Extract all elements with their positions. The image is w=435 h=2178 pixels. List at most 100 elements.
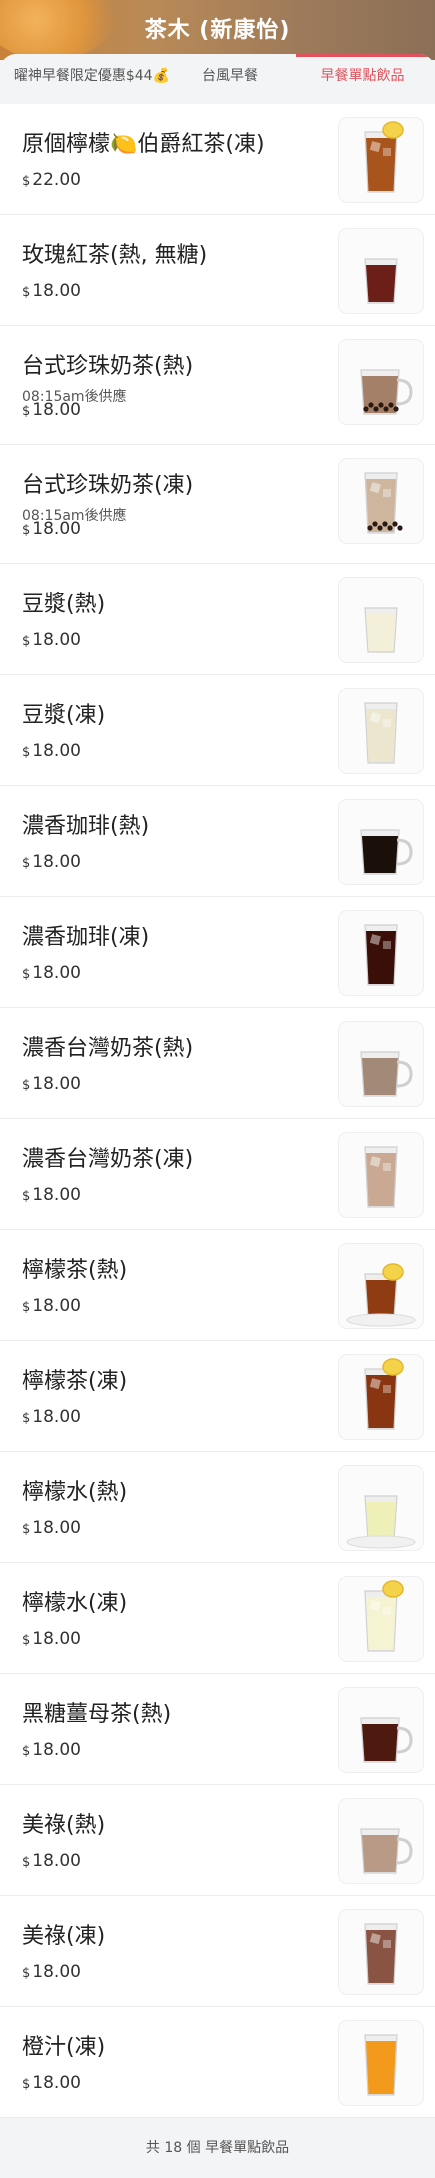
currency-symbol: $	[22, 1078, 31, 1093]
price-value: 18.00	[32, 1518, 81, 1538]
menu-item-name: 美祿(熱)	[22, 1813, 106, 1838]
menu-item-name: 濃香珈琲(凍)	[22, 925, 150, 950]
price-value: 18.00	[32, 1629, 81, 1649]
menu-item-photo[interactable]	[339, 578, 423, 662]
menu-item-name: 檸檬水(凍)	[22, 1591, 128, 1616]
menu-item[interactable]: 濃香珈琲(熱) $18.00	[0, 786, 435, 897]
menu-item-price: $18.00	[22, 1518, 81, 1538]
menu-item-name: 濃香台灣奶茶(凍)	[22, 1147, 194, 1172]
menu-item[interactable]: 玫瑰紅茶(熱, 無糖) $18.00	[0, 215, 435, 326]
menu-item-price: $18.00	[22, 963, 81, 983]
menu-item-photo[interactable]	[339, 1022, 423, 1106]
menu-item-price: $18.00	[22, 1740, 81, 1760]
menu-item-price: $18.00	[22, 630, 81, 650]
list-footer: 共 18 個 早餐單點飲品	[0, 2118, 435, 2178]
price-value: 18.00	[32, 519, 81, 539]
menu-item-price: $18.00	[22, 1074, 81, 1094]
price-value: 18.00	[32, 630, 81, 650]
menu-item[interactable]: 台式珍珠奶茶(凍) 08:15am後供應 $18.00	[0, 445, 435, 564]
price-value: 18.00	[32, 852, 81, 872]
price-value: 22.00	[32, 170, 81, 190]
menu-item-name: 濃香珈琲(熱)	[22, 814, 150, 839]
currency-symbol: $	[22, 1744, 31, 1759]
price-value: 18.00	[32, 400, 81, 420]
currency-symbol: $	[22, 1189, 31, 1204]
menu-item[interactable]: 檸檬茶(凍) $18.00	[0, 1341, 435, 1452]
currency-symbol: $	[22, 523, 31, 538]
menu-item[interactable]: 台式珍珠奶茶(熱) 08:15am後供應 $18.00	[0, 326, 435, 445]
menu-item-photo[interactable]	[339, 1577, 423, 1661]
menu-item-photo[interactable]	[339, 340, 423, 424]
tab-breakfast-drinks[interactable]: 早餐單點飲品	[290, 54, 435, 98]
menu-item[interactable]: 美祿(熱) $18.00	[0, 1785, 435, 1896]
currency-symbol: $	[22, 1966, 31, 1981]
menu-item-photo[interactable]	[339, 1466, 423, 1550]
menu-item-photo[interactable]	[339, 1799, 423, 1883]
menu-item-name: 黑糖薑母茶(熱)	[22, 1702, 172, 1727]
price-value: 18.00	[32, 963, 81, 983]
menu-item-name: 台式珍珠奶茶(熱)	[22, 354, 194, 379]
menu-item[interactable]: 原個檸檬🍋伯爵紅茶(凍) $22.00	[0, 104, 435, 215]
menu-item-price: $18.00	[22, 741, 81, 761]
price-value: 18.00	[32, 2073, 81, 2093]
menu-item[interactable]: 橙汁(凍) $18.00	[0, 2007, 435, 2118]
currency-symbol: $	[22, 856, 31, 871]
menu-item[interactable]: 檸檬水(熱) $18.00	[0, 1452, 435, 1563]
category-tabs: 曜神早餐限定優惠$44💰 台風早餐 早餐單點飲品	[0, 54, 435, 98]
menu-item-price: $18.00	[22, 1407, 81, 1427]
price-value: 18.00	[32, 1851, 81, 1871]
menu-item-name: 原個檸檬🍋伯爵紅茶(凍)	[22, 132, 265, 157]
menu-item[interactable]: 濃香台灣奶茶(熱) $18.00	[0, 1008, 435, 1119]
tab-taiwan-breakfast[interactable]: 台風早餐	[170, 54, 290, 98]
menu-item[interactable]: 檸檬茶(熱) $18.00	[0, 1230, 435, 1341]
price-value: 18.00	[32, 1185, 81, 1205]
menu-item-photo[interactable]	[339, 1244, 423, 1328]
menu-item-photo[interactable]	[339, 459, 423, 543]
currency-symbol: $	[22, 745, 31, 760]
menu-item-photo[interactable]	[339, 1688, 423, 1772]
currency-symbol: $	[22, 404, 31, 419]
currency-symbol: $	[22, 285, 31, 300]
menu-item-photo[interactable]	[339, 1355, 423, 1439]
menu-item[interactable]: 檸檬水(凍) $18.00	[0, 1563, 435, 1674]
menu-item-price: $18.00	[22, 1296, 81, 1316]
price-value: 18.00	[32, 1296, 81, 1316]
menu-item-photo[interactable]	[339, 1910, 423, 1994]
menu-item-price: $18.00	[22, 1185, 81, 1205]
menu-item-name: 檸檬茶(熱)	[22, 1258, 128, 1283]
menu-item-photo[interactable]	[339, 229, 423, 313]
menu-item-photo[interactable]	[339, 1133, 423, 1217]
menu-item-price: $18.00	[22, 519, 81, 539]
menu-item-name: 玫瑰紅茶(熱, 無糖)	[22, 243, 208, 268]
menu-item[interactable]: 濃香珈琲(凍) $18.00	[0, 897, 435, 1008]
price-value: 18.00	[32, 1407, 81, 1427]
menu-item-price: $18.00	[22, 2073, 81, 2093]
menu-item[interactable]: 豆漿(熱) $18.00	[0, 564, 435, 675]
menu-item-photo[interactable]	[339, 689, 423, 773]
price-value: 18.00	[32, 281, 81, 301]
menu-item-photo[interactable]	[339, 118, 423, 202]
menu-item-price: $18.00	[22, 400, 81, 420]
menu-item[interactable]: 豆漿(凍) $18.00	[0, 675, 435, 786]
menu-item-name: 豆漿(熱)	[22, 592, 106, 617]
menu-item-name: 檸檬水(熱)	[22, 1480, 128, 1505]
menu-item-price: $18.00	[22, 1851, 81, 1871]
currency-symbol: $	[22, 634, 31, 649]
tab-breakfast-deal[interactable]: 曜神早餐限定優惠$44💰	[0, 54, 170, 98]
menu-item-price: $18.00	[22, 1629, 81, 1649]
menu-item-photo[interactable]	[339, 2021, 423, 2105]
menu-item[interactable]: 黑糖薑母茶(熱) $18.00	[0, 1674, 435, 1785]
menu-item[interactable]: 濃香台灣奶茶(凍) $18.00	[0, 1119, 435, 1230]
menu-item-price: $18.00	[22, 852, 81, 872]
currency-symbol: $	[22, 967, 31, 982]
menu-item[interactable]: 美祿(凍) $18.00	[0, 1896, 435, 2007]
menu-list: 原個檸檬🍋伯爵紅茶(凍) $22.00 玫瑰紅茶(熱, 無糖) $18.00 台式珍珠奶…	[0, 104, 435, 2118]
menu-item-photo[interactable]	[339, 800, 423, 884]
store-header: 茶木 (新康怡)	[0, 0, 435, 60]
menu-item-name: 台式珍珠奶茶(凍)	[22, 473, 194, 498]
price-value: 18.00	[32, 741, 81, 761]
menu-item-photo[interactable]	[339, 911, 423, 995]
price-value: 18.00	[32, 1740, 81, 1760]
currency-symbol: $	[22, 1411, 31, 1426]
menu-item-price: $18.00	[22, 281, 81, 301]
